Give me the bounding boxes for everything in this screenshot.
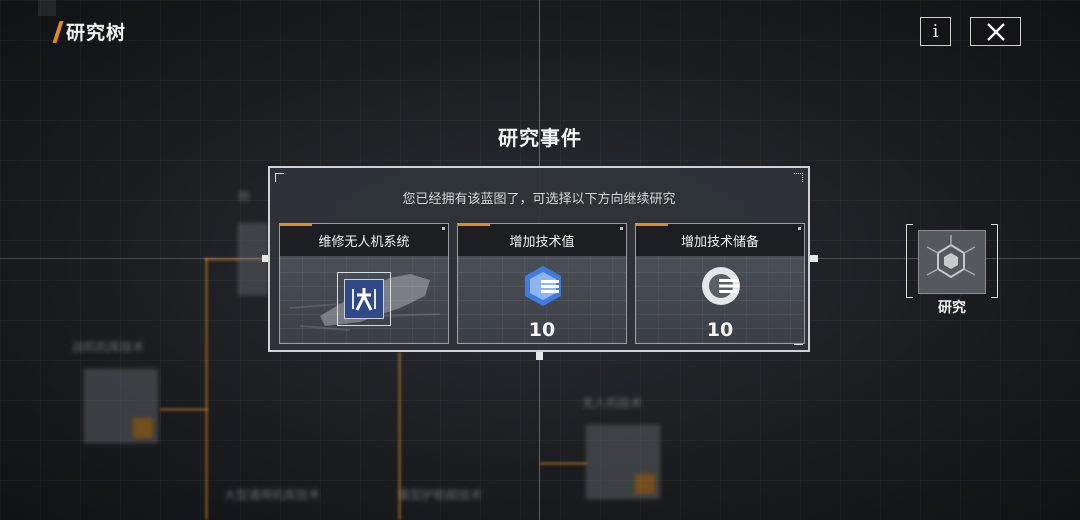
corner-decoration bbox=[38, 0, 56, 16]
node-icon-box bbox=[918, 230, 986, 294]
research-node-label: 研究 bbox=[938, 300, 966, 316]
corner-bracket bbox=[275, 173, 284, 182]
close-button[interactable] bbox=[970, 17, 1021, 46]
check-icon bbox=[133, 418, 153, 438]
bg-tech-node[interactable]: 战机机库技术 bbox=[72, 338, 158, 443]
bg-tech-node: 附 bbox=[238, 188, 268, 295]
tree-connector bbox=[160, 408, 208, 411]
bg-node-box bbox=[84, 369, 158, 443]
info-icon: i bbox=[932, 21, 939, 42]
bg-node-label: 大型通用机库技术 bbox=[224, 488, 321, 502]
tech-reserve-icon bbox=[702, 267, 740, 305]
repair-drone-blueprint-icon bbox=[337, 272, 391, 326]
corner-bracket bbox=[794, 173, 803, 182]
info-button[interactable]: i bbox=[920, 17, 951, 46]
bg-node-label: 无人机技术 bbox=[582, 396, 643, 410]
option-label: 增加技术值 bbox=[458, 224, 626, 256]
option-value: 10 bbox=[706, 319, 734, 341]
option-body: 10 bbox=[458, 256, 626, 343]
modal-subtitle: 您已经拥有该蓝图了，可选择以下方向继续研究 bbox=[402, 192, 676, 207]
option-body: 10 bbox=[636, 256, 804, 343]
bg-tech-node[interactable]: 大型通用机库技术 bbox=[224, 486, 320, 503]
bg-tech-node[interactable]: 无人机技术 bbox=[582, 394, 660, 499]
option-label: 增加技术储备 bbox=[636, 224, 804, 256]
bg-node-box bbox=[586, 425, 660, 499]
bg-tech-node[interactable]: 重型护航舰技术 bbox=[398, 486, 482, 503]
check-icon bbox=[635, 474, 655, 494]
option-body bbox=[280, 256, 448, 343]
research-hexagon-icon bbox=[926, 235, 976, 279]
option-value: 10 bbox=[528, 319, 556, 341]
research-node[interactable]: 研究 bbox=[906, 224, 998, 316]
tech-value-icon bbox=[525, 266, 561, 306]
page-header: 研究树 bbox=[52, 18, 127, 45]
tree-connector bbox=[205, 258, 208, 520]
option-increase-tech-value[interactable]: 增加技术值 10 bbox=[457, 223, 627, 344]
option-list: 维修无人机系统 增加技术值 10 增加技术储备 10 bbox=[279, 223, 805, 344]
page-title: 研究树 bbox=[66, 22, 127, 44]
bg-node-label: 战机机库技术 bbox=[72, 340, 145, 354]
modal-title: 研究事件 bbox=[498, 126, 582, 150]
bg-node-label: 附 bbox=[238, 190, 251, 204]
node-bracket bbox=[906, 224, 913, 298]
close-icon bbox=[986, 22, 1005, 41]
node-bracket bbox=[991, 224, 998, 298]
crosshair-tick bbox=[810, 255, 818, 262]
option-repair-drone-system[interactable]: 维修无人机系统 bbox=[279, 223, 449, 344]
option-increase-tech-reserve[interactable]: 增加技术储备 10 bbox=[635, 223, 805, 344]
research-event-dialog: 您已经拥有该蓝图了，可选择以下方向继续研究 维修无人机系统 增加技术值 10 增… bbox=[268, 166, 810, 352]
crosshair-tick bbox=[536, 352, 543, 360]
tree-connector bbox=[540, 462, 588, 465]
option-label: 维修无人机系统 bbox=[280, 224, 448, 256]
bg-node-label: 重型护航舰技术 bbox=[398, 488, 483, 502]
